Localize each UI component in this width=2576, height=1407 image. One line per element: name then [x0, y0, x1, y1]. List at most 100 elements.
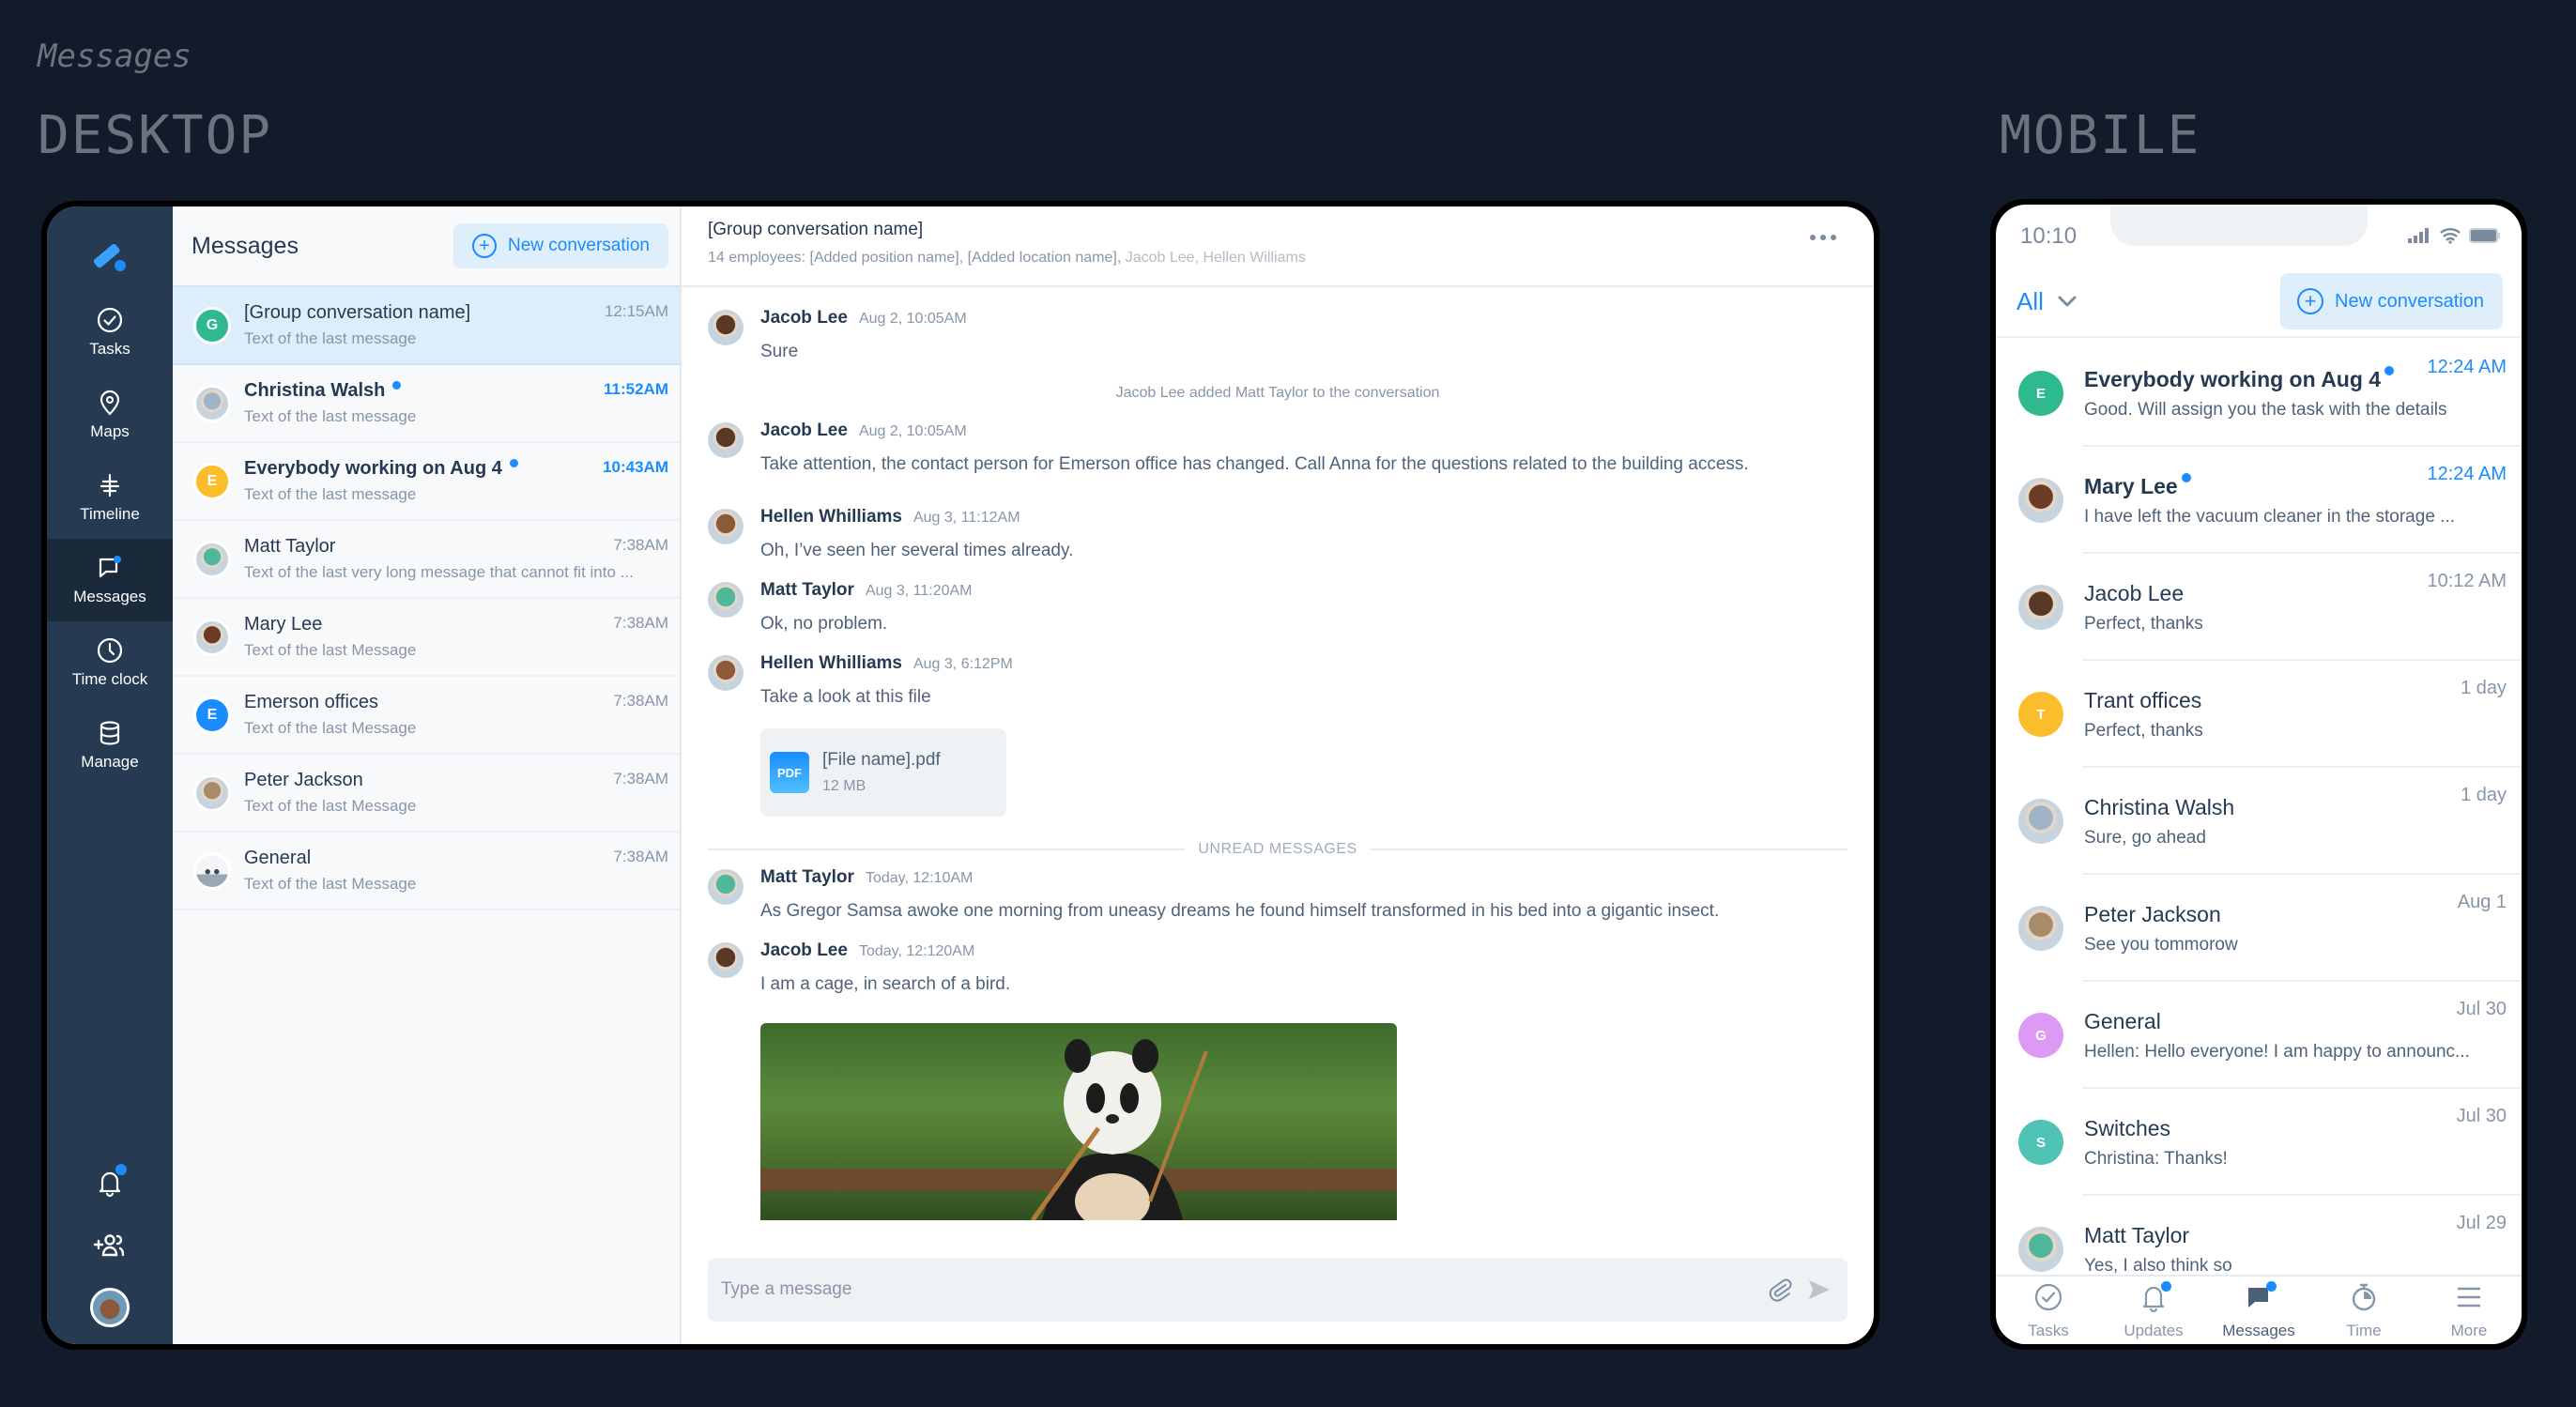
- avatar: [2018, 585, 2063, 630]
- conversation-body: Peter Jackson Text of the last Message: [244, 770, 668, 816]
- unread-dot-icon: [2181, 473, 2191, 482]
- conversation-last-message: Christina: Thanks!: [2084, 1148, 2228, 1169]
- attach-button[interactable]: [1765, 1275, 1795, 1305]
- conversation-item[interactable]: Peter Jackson Text of the last Message 7:3…: [173, 755, 680, 833]
- mobile-conversation-item[interactable]: Matt Taylor Yes, I also think so Jul 29: [1996, 1196, 2522, 1275]
- conversation-name: [Group conversation name]: [244, 302, 471, 323]
- mobile-conversation-item[interactable]: G General Hellen: Hello everyone! I am hap…: [1996, 982, 2522, 1089]
- chat-participants: 14 employees: [Added position name], [Ad…: [708, 250, 1848, 267]
- message-thread[interactable]: Jacob Lee Aug 2, 10:05AM Sure Jacob Lee add…: [682, 287, 1874, 1258]
- tab-updates[interactable]: Updates: [2101, 1277, 2206, 1344]
- mobile-conversation-item[interactable]: T Trant offices Perfect, thanks 1 day: [1996, 661, 2522, 768]
- new-conversation-button[interactable]: + New conversation: [452, 223, 668, 268]
- message: Matt Taylor Aug 3, 11:20AM Ok, no problem.: [708, 580, 1848, 635]
- message-text: I am a cage, in search of a bird.: [760, 974, 1011, 994]
- message-input[interactable]: [721, 1279, 1756, 1300]
- avatar: [708, 655, 744, 691]
- conversation-last-message: Text of the last message: [244, 329, 417, 347]
- paperclip-icon: [1769, 1278, 1792, 1302]
- conversation-list: G [Group conversation name] Text of the la…: [173, 287, 680, 910]
- participants-text: 14 employees: [Added position name], [Ad…: [708, 250, 1122, 266]
- conversation-item[interactable]: E Emerson offices Text of the last Message…: [173, 677, 680, 755]
- message-author: Matt Taylor: [760, 867, 854, 887]
- avatar: [708, 509, 744, 544]
- status-bar-time: 10:10: [2020, 223, 2078, 249]
- message: Jacob Lee Aug 2, 10:05AM Sure: [708, 308, 1848, 362]
- conversation-name: Everybody working on Aug 4: [2084, 366, 2382, 391]
- sidebar-item-messages[interactable]: Messages: [47, 539, 173, 621]
- conversation-item[interactable]: Mary Lee Text of the last Message 7:38AM: [173, 599, 680, 677]
- tab-label: Tasks: [2028, 1321, 2069, 1339]
- conversation-last-message: Text of the last Message: [244, 797, 417, 815]
- message-header: Jacob Lee Today, 12:120AM: [760, 941, 1397, 961]
- sidebar-item-label: Timeline: [80, 505, 140, 523]
- message: Hellen Whilliams Aug 3, 11:12AM Oh, I’ve s…: [708, 507, 1848, 561]
- clock-icon: [97, 637, 123, 664]
- stopwatch-icon: [2348, 1281, 2380, 1318]
- status-bar-icons: [2407, 227, 2501, 244]
- message-time: Aug 3, 6:12PM: [912, 656, 1013, 672]
- tab-time[interactable]: Time: [2311, 1277, 2416, 1344]
- send-button[interactable]: [1804, 1275, 1834, 1305]
- pdf-file-icon: PDF: [770, 752, 809, 793]
- message-header: Jacob Lee Aug 2, 10:05AM: [760, 421, 1749, 441]
- conversation-item[interactable]: Christina Walsh Text of the last message 1…: [173, 365, 680, 443]
- chat-panel: [Group conversation name] 14 employees: …: [682, 206, 1874, 1344]
- tab-messages[interactable]: Messages: [2206, 1277, 2311, 1344]
- conversation-item[interactable]: E Everybody working on Aug 4 Text of the l…: [173, 443, 680, 521]
- tab-tasks[interactable]: Tasks: [1996, 1277, 2101, 1344]
- conversation-item[interactable]: G [Group conversation name] Text of the la…: [173, 287, 680, 365]
- unread-dot-icon: [2384, 366, 2395, 375]
- avatar: G: [193, 306, 231, 344]
- new-conversation-label: New conversation: [2335, 290, 2484, 312]
- sidebar-item-time-clock[interactable]: Time clock: [47, 621, 173, 704]
- avatar: E: [193, 696, 231, 734]
- message-time: Aug 3, 11:20AM: [865, 583, 973, 599]
- conversation-name: Emerson offices: [244, 692, 379, 712]
- file-attachment[interactable]: PDF [File name].pdf 12 MB: [760, 728, 1006, 817]
- avatar: G: [2018, 1013, 2063, 1058]
- sidebar-item-timeline[interactable]: Timeline: [47, 456, 173, 539]
- message-header: Hellen Whilliams Aug 3, 6:12PM: [760, 653, 1013, 674]
- mobile-new-conversation-button[interactable]: + New conversation: [2280, 273, 2503, 329]
- filter-dropdown[interactable]: All: [2016, 287, 2078, 316]
- conversation-last-message: Hellen: Hello everyone! I am happy to an…: [2084, 1041, 2470, 1062]
- sidebar-nav: Tasks Maps Timeline Messages Time clock …: [47, 206, 173, 1344]
- mobile-conversation-item[interactable]: S Switches Christina: Thanks! Jul 30: [1996, 1089, 2522, 1196]
- conversation-time: Aug 1: [2457, 892, 2507, 912]
- conversation-name: Everybody working on Aug 4: [244, 458, 502, 479]
- message-author: Matt Taylor: [760, 580, 854, 600]
- mobile-conversation-item[interactable]: Christina Walsh Sure, go ahead 1 day: [1996, 768, 2522, 875]
- conversation-name-row: General: [244, 848, 668, 869]
- conversation-last-message: Text of the last message: [244, 485, 417, 503]
- mobile-conversation-item[interactable]: Mary Lee I have left the vacuum cleaner i…: [1996, 447, 2522, 554]
- mobile-conversation-list[interactable]: E Everybody working on Aug 4 Good. Will as…: [1996, 340, 2522, 1275]
- add-user-button[interactable]: [91, 1226, 129, 1263]
- message-header: Matt Taylor Aug 3, 11:20AM: [760, 580, 973, 601]
- avatar: [193, 851, 231, 890]
- message-content: Hellen Whilliams Aug 3, 11:12AM Oh, I’ve s…: [760, 507, 1073, 561]
- sidebar-item-tasks[interactable]: Tasks: [47, 291, 173, 374]
- conversation-time: 7:38AM: [613, 692, 668, 710]
- notifications-button[interactable]: [91, 1164, 129, 1201]
- mobile-conversation-item[interactable]: Jacob Lee Perfect, thanks 10:12 AM: [1996, 554, 2522, 661]
- tab-label: Messages: [2222, 1321, 2295, 1339]
- conversation-time: 12:24 AM: [2427, 357, 2507, 377]
- image-attachment[interactable]: [760, 1023, 1397, 1220]
- tab-more[interactable]: More: [2416, 1277, 2522, 1344]
- sidebar-item-manage[interactable]: Manage: [47, 704, 173, 787]
- conversation-name: Mary Lee: [244, 614, 323, 635]
- conversation-last-message: Perfect, thanks: [2084, 720, 2203, 741]
- message-time: Today, 12:10AM: [865, 870, 974, 886]
- user-avatar[interactable]: [90, 1288, 130, 1327]
- conversation-item[interactable]: Matt Taylor Text of the last very long me…: [173, 521, 680, 599]
- sidebar-item-maps[interactable]: Maps: [47, 374, 173, 456]
- conversation-name-row: Matt Taylor: [244, 536, 668, 558]
- app-logo[interactable]: [89, 225, 130, 291]
- mobile-conversation-item[interactable]: Peter Jackson See you tommorow Aug 1: [1996, 875, 2522, 982]
- more-options-button[interactable]: [1810, 235, 1836, 240]
- unread-divider: UNREAD MESSAGES: [708, 841, 1848, 858]
- mobile-conversation-item[interactable]: E Everybody working on Aug 4 Good. Will as…: [1996, 340, 2522, 447]
- sidebar-item-label: Tasks: [89, 340, 130, 358]
- conversation-item[interactable]: General Text of the last Message 7:38AM: [173, 833, 680, 910]
